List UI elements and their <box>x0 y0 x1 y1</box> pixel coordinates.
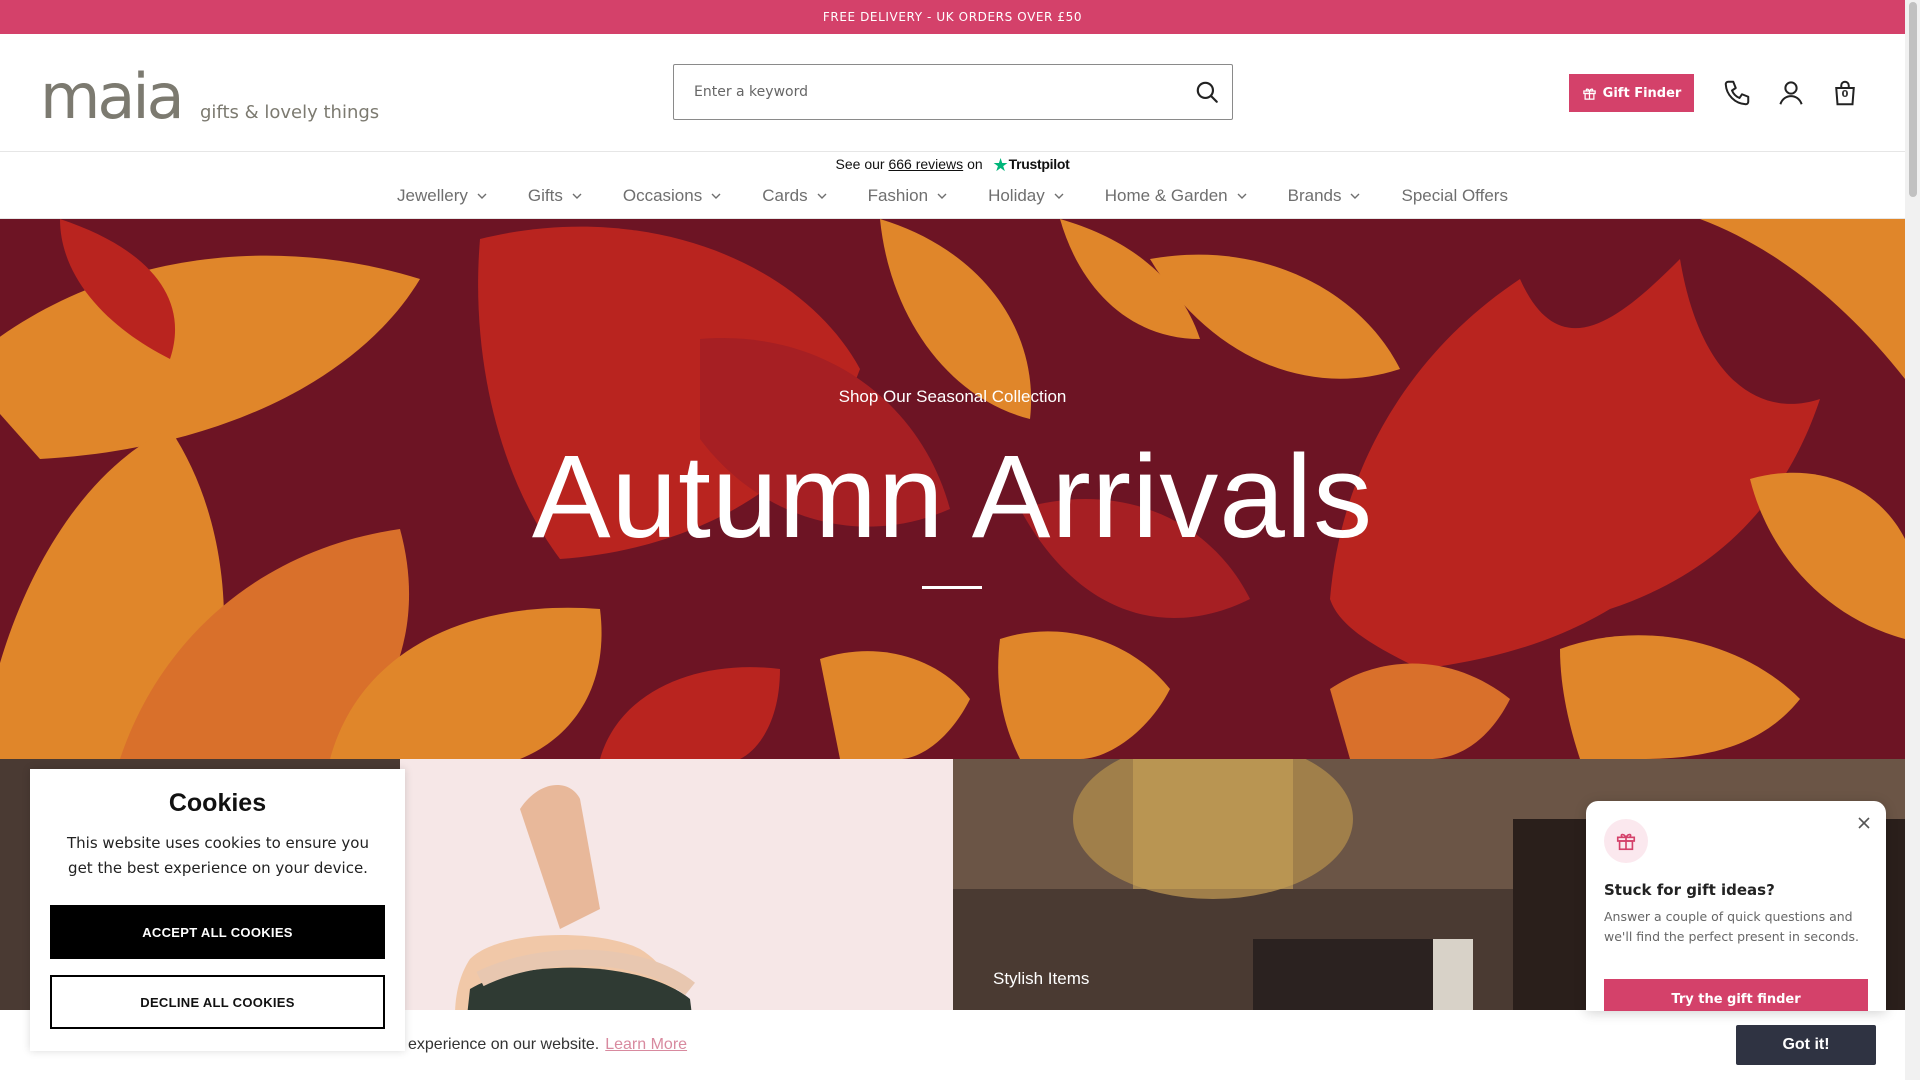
search-input[interactable] <box>674 65 1174 119</box>
site-logo[interactable]: maia gifts & lovely things <box>40 48 380 128</box>
gift-icon <box>1616 833 1636 851</box>
cart-count: 0 <box>1841 89 1849 100</box>
tile-label-stylish-items: Stylish Items <box>993 969 1090 988</box>
close-icon[interactable] <box>1856 815 1872 831</box>
gift-popup-title: Stuck for gift ideas? <box>1604 881 1775 899</box>
learn-more-link[interactable]: Learn More <box>605 1036 687 1053</box>
account-icon[interactable] <box>1776 78 1806 108</box>
chevron-down-icon <box>1237 193 1247 199</box>
try-gift-finder-button[interactable]: Try the gift finder <box>1604 979 1868 1011</box>
main-nav: Jewellery Gifts Occasions Cards Fashion Holid… <box>0 180 1905 218</box>
trustpilot-middle: on <box>967 156 983 172</box>
nav-item-cards[interactable]: Cards <box>742 180 847 212</box>
trustpilot-star-icon: ★ <box>992 155 1009 175</box>
page: FREE DELIVERY - UK ORDERS OVER £50 maia … <box>0 0 1905 1080</box>
nav-item-brands[interactable]: Brands <box>1268 180 1382 212</box>
cookie-modal: Cookies This website uses cookies to ens… <box>30 769 405 1051</box>
chevron-down-icon <box>817 193 827 199</box>
hero-banner[interactable]: Shop Our Seasonal Collection Autumn Arri… <box>0 219 1905 759</box>
nav-item-label: Brands <box>1287 186 1342 205</box>
cart-button[interactable]: 0 <box>1830 78 1860 108</box>
nav-item-occasions[interactable]: Occasions <box>603 180 742 212</box>
cookie-modal-title: Cookies <box>168 789 267 817</box>
nav-item-home-garden[interactable]: Home & Garden <box>1085 180 1268 212</box>
nav-item-label: Jewellery <box>397 186 468 205</box>
gift-finder-button[interactable]: Gift Finder <box>1569 74 1694 112</box>
hero-divider <box>922 586 982 589</box>
nav-item-label: Holiday <box>988 186 1045 205</box>
nav-item-label: Gifts <box>527 186 563 205</box>
gift-finder-label: Gift Finder <box>1602 85 1682 101</box>
gift-finder-badge <box>1604 819 1648 863</box>
trustpilot-prefix: See our <box>835 156 885 172</box>
trustpilot-reviews-link[interactable]: 666 reviews <box>888 156 963 172</box>
announcement-text: FREE DELIVERY - UK ORDERS OVER £50 <box>822 10 1083 24</box>
announcement-bar: FREE DELIVERY - UK ORDERS OVER £50 <box>0 0 1905 34</box>
logo-tagline: gifts & lovely things <box>200 102 380 123</box>
gift-popup-text: Answer a couple of quick questions and w… <box>1604 909 1859 944</box>
page-scrollbar[interactable] <box>1905 0 1920 1080</box>
chevron-down-icon <box>1350 193 1360 199</box>
cookie-bar-text-wrap: experience on our website. Learn More <box>408 1036 687 1054</box>
gift-finder-popup: Stuck for gift ideas? Answer a couple of… <box>1586 801 1886 1011</box>
nav-item-jewellery[interactable]: Jewellery <box>377 180 508 212</box>
chevron-down-icon <box>572 193 582 199</box>
scrollbar-thumb[interactable] <box>1909 2 1917 197</box>
got-it-button[interactable]: Got it! <box>1736 1025 1876 1065</box>
decline-all-cookies-button[interactable]: DECLINE ALL COOKIES <box>50 975 385 1029</box>
hero-title: Autumn Arrivals <box>531 431 1374 563</box>
nav-item-special-offers[interactable]: Special Offers <box>1381 180 1527 212</box>
search-box <box>673 64 1233 120</box>
accept-all-cookies-button[interactable]: ACCEPT ALL COOKIES <box>50 905 385 959</box>
nav-item-label: Special Offers <box>1401 186 1508 205</box>
chevron-down-icon <box>711 193 721 199</box>
trustpilot-strip: See our 666 reviews on ★Trustpilot <box>0 152 1905 176</box>
nav-item-holiday[interactable]: Holiday <box>968 180 1085 212</box>
phone-icon[interactable] <box>1722 78 1752 108</box>
nav-item-fashion[interactable]: Fashion <box>848 180 968 212</box>
gift-icon <box>1582 88 1596 100</box>
nav-item-label: Cards <box>762 186 808 205</box>
nav-item-label: Fashion <box>867 186 929 205</box>
search-icon[interactable] <box>1194 79 1220 105</box>
chevron-down-icon <box>937 193 947 199</box>
trustpilot-brand[interactable]: Trustpilot <box>1009 156 1070 172</box>
chevron-down-icon <box>1054 193 1064 199</box>
cookie-modal-text: This website uses cookies to ensure you … <box>67 834 369 877</box>
logo-word: maia <box>40 60 185 133</box>
site-header: maia gifts & lovely things Gift Finder <box>0 34 1905 152</box>
cookie-bar-text: experience on our website. <box>408 1036 600 1053</box>
nav-item-label: Home & Garden <box>1104 186 1228 205</box>
chevron-down-icon <box>477 193 487 199</box>
nav-item-gifts[interactable]: Gifts <box>508 180 603 212</box>
hero-subtitle: Shop Our Seasonal Collection <box>838 387 1067 406</box>
nav-item-label: Occasions <box>622 186 703 205</box>
